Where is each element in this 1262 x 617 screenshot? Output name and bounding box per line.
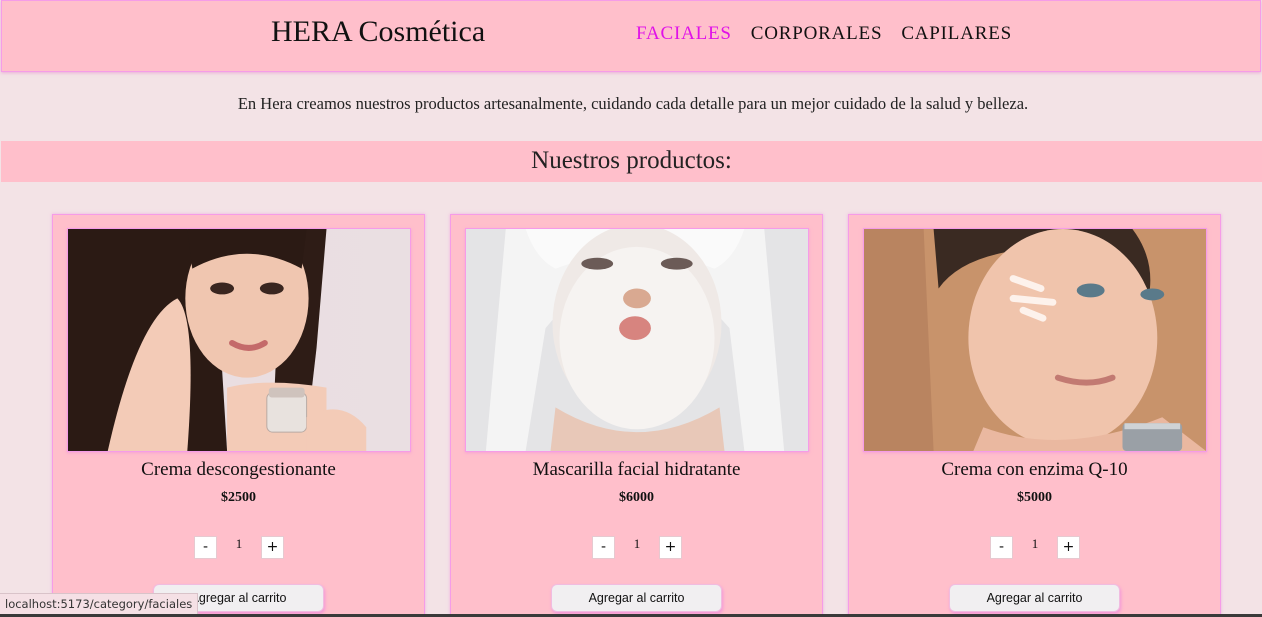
decrease-quantity-button[interactable]: - [990,536,1013,559]
product-photo [864,229,1206,451]
product-card: Mascarilla facial hidratante $6000 - 1 +… [450,214,823,617]
product-photo [68,229,410,451]
product-name: Mascarilla facial hidratante [532,459,741,480]
product-image[interactable] [465,228,809,452]
product-image[interactable] [67,228,411,452]
product-price: $5000 [1017,490,1052,505]
product-price: $2500 [221,490,256,505]
brand-logo[interactable]: HERA Cosmética [271,15,485,49]
nav-capilares[interactable]: CAPILARES [901,23,1012,45]
product-card: Crema descongestionante $2500 - 1 + Agre… [52,214,425,617]
increase-quantity-button[interactable]: + [1057,536,1080,559]
product-image[interactable] [863,228,1207,452]
products-section-title: Nuestros productos: [531,147,732,174]
quantity-value: 1 [633,536,641,551]
product-photo [466,229,808,451]
page: HERA Cosmética FACIALES CORPORALES CAPIL… [0,0,1262,617]
add-to-cart-button[interactable]: Agregar al carrito [551,584,722,612]
products-section-header: Nuestros productos: [1,141,1262,182]
decrease-quantity-button[interactable]: - [194,536,217,559]
product-price: $6000 [619,490,654,505]
quantity-stepper: - 1 + [451,536,822,560]
product-name: Crema descongestionante [141,459,336,480]
add-to-cart-button[interactable]: Agregar al carrito [949,584,1120,612]
quantity-value: 1 [235,536,243,551]
quantity-stepper: - 1 + [53,536,424,560]
quantity-stepper: - 1 + [849,536,1220,560]
link-status-bar: localhost:5173/category/faciales [0,593,199,615]
increase-quantity-button[interactable]: + [659,536,682,559]
site-header: HERA Cosmética FACIALES CORPORALES CAPIL… [1,0,1261,72]
increase-quantity-button[interactable]: + [261,536,284,559]
product-name: Crema con enzima Q-10 [941,459,1128,480]
decrease-quantity-button[interactable]: - [592,536,615,559]
nav-corporales[interactable]: CORPORALES [751,23,883,45]
intro-text: En Hera creamos nuestros productos artes… [237,94,1029,113]
category-nav: FACIALES CORPORALES CAPILARES [636,23,1031,45]
nav-faciales[interactable]: FACIALES [636,23,732,45]
product-card: Crema con enzima Q-10 $5000 - 1 + Agrega… [848,214,1221,617]
quantity-value: 1 [1031,536,1039,551]
